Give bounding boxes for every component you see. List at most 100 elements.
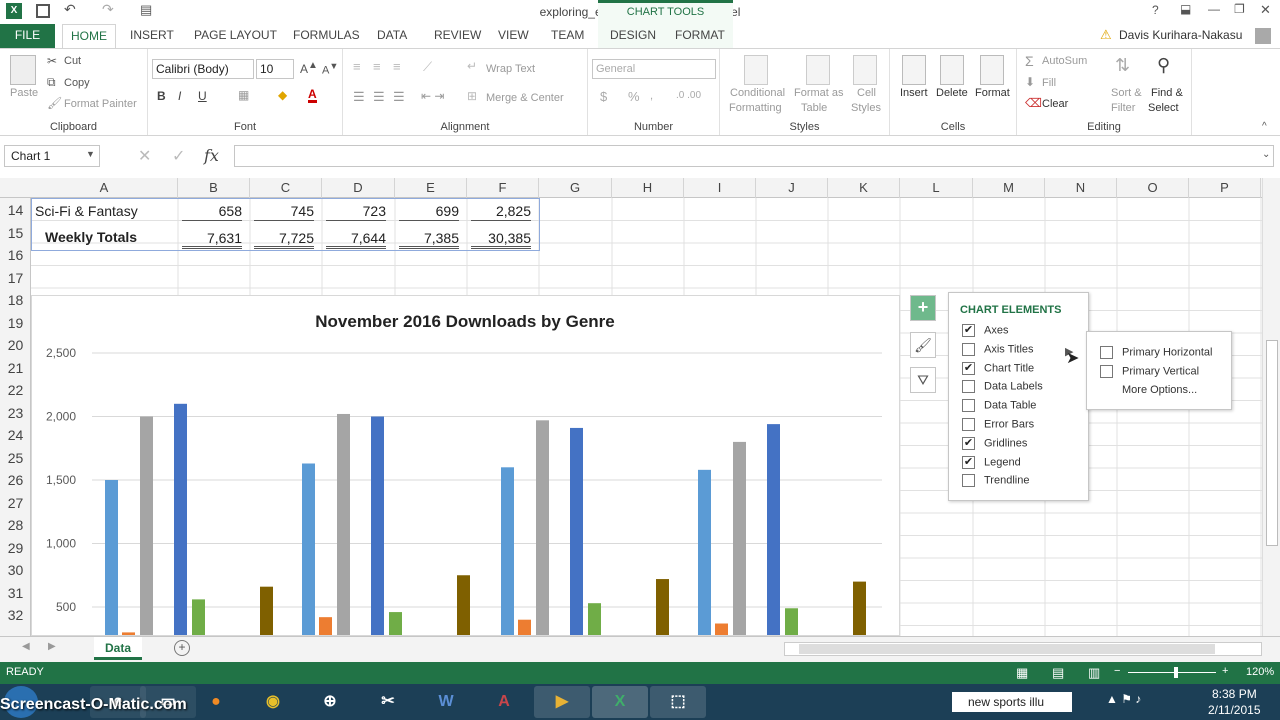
column-header-p[interactable]: P (1189, 178, 1261, 198)
chart-element-trendline[interactable]: Trendline (962, 474, 1029, 493)
prev-sheet-icon[interactable]: ◀ (22, 641, 30, 652)
formula-input[interactable] (234, 145, 1274, 167)
tab-file[interactable]: FILE (0, 24, 55, 48)
checkbox-trendline[interactable] (962, 474, 975, 488)
chart-element-axis-titles[interactable]: Axis Titles (962, 342, 1034, 362)
tab-team[interactable]: TEAM (551, 24, 584, 48)
row-header-22[interactable]: 22 (0, 382, 31, 398)
vertical-scroll-thumb[interactable] (1266, 340, 1278, 546)
column-header-d[interactable]: D (322, 178, 395, 198)
more-options-link[interactable]: More Options... (1122, 384, 1197, 403)
merge-center-button[interactable]: Merge & Center (486, 92, 564, 104)
tab-data[interactable]: DATA (377, 24, 407, 48)
align-center-icon[interactable]: ☰ (373, 89, 385, 105)
cell-label[interactable]: Cell (857, 87, 876, 99)
cell-f15[interactable]: 30,385 (471, 230, 531, 249)
column-header-h[interactable]: H (612, 178, 684, 198)
paste-button[interactable]: Paste (10, 87, 38, 99)
cell-d14[interactable]: 723 (326, 203, 386, 221)
row-header-26[interactable]: 26 (0, 472, 31, 488)
font-name-select[interactable]: Calibri (Body) (152, 59, 254, 79)
comma-icon[interactable]: , (650, 90, 653, 102)
column-header-k[interactable]: K (828, 178, 900, 198)
user-name[interactable]: Davis Kurihara-Nakasu (1119, 24, 1242, 48)
font-color-icon[interactable]: A (308, 88, 317, 103)
primary-horizontal-checkbox[interactable] (1100, 346, 1113, 359)
tab-review[interactable]: REVIEW (434, 24, 481, 48)
sheet-tab-data[interactable]: Data (94, 637, 142, 660)
vertical-scrollbar[interactable] (1262, 178, 1280, 636)
chart-element-legend[interactable]: ✔ Legend (962, 455, 1021, 475)
row-header-15[interactable]: 15 (0, 225, 31, 241)
taskbar-recorder-icon[interactable]: ⬚ (650, 686, 706, 718)
taskbar-snipping-icon[interactable]: ✂ (360, 686, 416, 718)
format-as-label[interactable]: Format as (794, 87, 844, 99)
tab-format[interactable]: FORMAT (675, 24, 725, 48)
filter-label[interactable]: Filter (1111, 102, 1135, 114)
percent-icon[interactable]: % (628, 89, 640, 104)
horizontal-scroll-thumb[interactable] (799, 644, 1215, 654)
chart-area[interactable]: 2,500 2,000 1,500 1,000 500 November 2016 Do… (31, 295, 900, 636)
formatting-label[interactable]: Formatting (729, 102, 782, 114)
user-avatar[interactable] (1255, 28, 1271, 44)
checkbox-data-table[interactable] (962, 399, 975, 413)
row-header-30[interactable]: 30 (0, 562, 31, 578)
cell-c14[interactable]: 745 (254, 203, 314, 221)
taskbar-word-icon[interactable]: W (418, 686, 474, 718)
row-header-17[interactable]: 17 (0, 270, 31, 286)
row-header-27[interactable]: 27 (0, 495, 31, 511)
shrink-font-icon[interactable]: A▼ (322, 61, 338, 77)
zoom-slider[interactable] (1128, 672, 1216, 673)
chart-filters-icon[interactable]: ⛛ (910, 367, 936, 393)
enter-icon[interactable]: ✓ (172, 146, 185, 166)
taskbar-excel-icon[interactable]: X (592, 686, 648, 718)
column-header-n[interactable]: N (1045, 178, 1117, 198)
table-label[interactable]: Table (801, 102, 827, 114)
tray-icons[interactable]: ▲ ⚑ ♪ (1106, 692, 1141, 706)
tab-page-layout[interactable]: PAGE LAYOUT (194, 24, 277, 48)
cell-b14[interactable]: 658 (182, 203, 242, 221)
conditional-label[interactable]: Conditional (730, 87, 785, 99)
taskbar-firefox-icon[interactable]: ● (188, 686, 244, 718)
collapse-ribbon-icon[interactable]: ^ (1262, 121, 1267, 132)
checkbox-chart-title[interactable]: ✔ (962, 361, 975, 375)
decimal-icon[interactable]: .0 .00 (676, 90, 701, 101)
autosum-button[interactable]: AutoSum (1042, 55, 1087, 67)
format-painter-button[interactable]: Format Painter (64, 98, 137, 110)
row-header-28[interactable]: 28 (0, 517, 31, 533)
tab-insert[interactable]: INSERT (130, 24, 174, 48)
close-icon[interactable]: ✕ (1260, 2, 1271, 18)
clock-time[interactable]: 8:38 PM (1212, 687, 1257, 701)
zoom-level[interactable]: 120% (1246, 666, 1274, 678)
chart-element-chart-title[interactable]: ✔ Chart Title (962, 361, 1034, 381)
cell-d15[interactable]: 7,644 (326, 230, 386, 249)
cell-e14[interactable]: 699 (399, 203, 459, 221)
row-header-16[interactable]: 16 (0, 247, 31, 263)
cancel-icon[interactable]: ✕ (138, 146, 151, 166)
primary-vertical-option[interactable]: Primary Vertical (1100, 365, 1199, 384)
chart-title[interactable]: November 2016 Downloads by Genre (32, 312, 898, 332)
row-header-31[interactable]: 31 (0, 585, 31, 601)
zoom-out-icon[interactable]: − (1114, 665, 1120, 677)
primary-vertical-checkbox[interactable] (1100, 365, 1113, 378)
bold-icon[interactable]: B (157, 89, 166, 103)
expand-formula-icon[interactable]: ⌄ (1262, 149, 1270, 160)
column-header-l[interactable]: L (900, 178, 973, 198)
cell-e15[interactable]: 7,385 (399, 230, 459, 249)
fill-color-icon[interactable]: ◆ (278, 88, 287, 102)
styles-word-label[interactable]: Styles (851, 102, 881, 114)
row-header-23[interactable]: 23 (0, 405, 31, 421)
checkbox-axes[interactable]: ✔ (962, 324, 975, 337)
cell-b15[interactable]: 7,631 (182, 230, 242, 249)
normal-view-icon[interactable]: ▦ (1016, 665, 1028, 681)
minimize-icon[interactable]: — (1208, 2, 1220, 16)
restore-icon[interactable]: ❐ (1234, 2, 1245, 16)
clear-button[interactable]: Clear (1042, 98, 1068, 110)
align-left-icon[interactable]: ☰ (353, 89, 365, 105)
column-header-f[interactable]: F (467, 178, 539, 198)
row-header-25[interactable]: 25 (0, 450, 31, 466)
cell-a14[interactable]: Sci-Fi & Fantasy (35, 203, 138, 219)
chart-styles-icon[interactable]: 🖌 (910, 332, 936, 358)
cell-f14[interactable]: 2,825 (471, 203, 531, 221)
row-header-21[interactable]: 21 (0, 360, 31, 376)
